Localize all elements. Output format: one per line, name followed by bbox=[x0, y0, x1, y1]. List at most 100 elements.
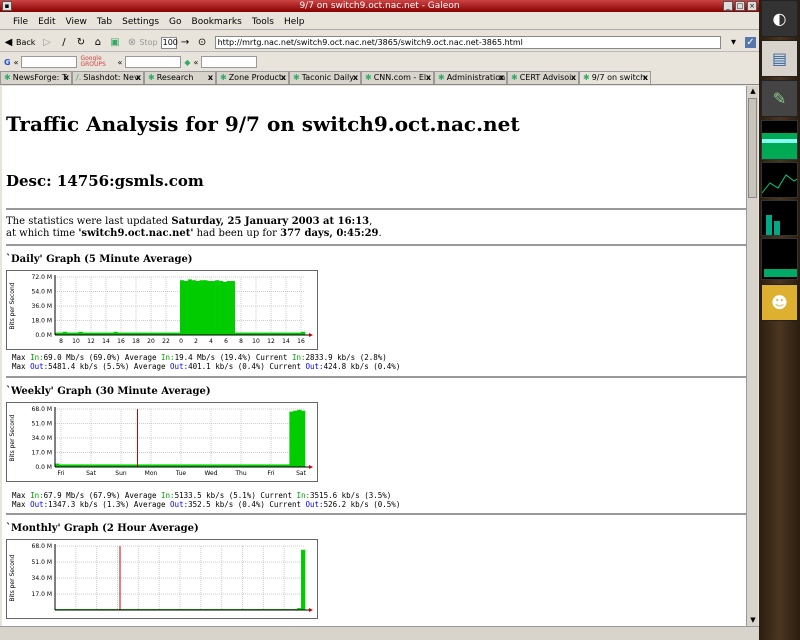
dictionary-search-input[interactable] bbox=[201, 56, 258, 68]
dictionary-icon[interactable]: ◆ bbox=[184, 58, 190, 67]
x-tick-label: Wed bbox=[204, 470, 217, 477]
reload-button[interactable]: ↻ bbox=[72, 35, 89, 51]
tab-zone-product[interactable]: ✱ Zone Product x bbox=[216, 71, 289, 84]
tab-research[interactable]: ✱ Research x bbox=[144, 71, 216, 84]
x-tick-label: Sat bbox=[296, 470, 306, 477]
tab-favicon-icon: ✱ bbox=[438, 73, 445, 82]
x-tick-label: 16 bbox=[117, 338, 125, 345]
page-description: Desc: 14756:gsmls.com bbox=[6, 172, 204, 190]
google-search-input[interactable] bbox=[21, 56, 78, 68]
daily-graph: Bits per Second 0.0 M 18.0 M 36.0 M 54.0 M 72… bbox=[6, 270, 318, 350]
menu-file[interactable]: File bbox=[8, 14, 33, 29]
tab-close-icon[interactable]: x bbox=[426, 72, 431, 84]
tab-close-icon[interactable]: x bbox=[64, 72, 69, 84]
tab-label: Slashdot: Nev bbox=[83, 73, 139, 82]
legend-out: Out: bbox=[30, 362, 49, 371]
minimize-icon[interactable]: _ bbox=[723, 1, 733, 11]
dock-app-gnome-icon[interactable]: ◐ bbox=[761, 0, 798, 37]
tab-close-icon[interactable]: x bbox=[136, 72, 141, 84]
window-menu-icon[interactable]: ▪ bbox=[2, 1, 12, 11]
url-dropdown-button[interactable]: ▾ bbox=[725, 35, 742, 51]
uptime-mid: had been up for bbox=[193, 228, 281, 239]
legend-in: In: bbox=[161, 353, 175, 362]
legend-value: 3515.6 kb/s (3.5%) bbox=[310, 491, 392, 500]
legend-in: In: bbox=[291, 353, 306, 362]
page-title: Traffic Analysis for 9/7 on switch9.oct.… bbox=[6, 112, 520, 136]
legend-avg: Average bbox=[120, 353, 162, 362]
forward-button[interactable]: ▷ bbox=[38, 35, 55, 51]
menu-edit[interactable]: Edit bbox=[33, 14, 60, 29]
tab-slashdot[interactable]: /. Slashdot: Nev x bbox=[72, 71, 144, 84]
menu-help[interactable]: Help bbox=[279, 14, 310, 29]
google-icon[interactable]: G bbox=[4, 58, 11, 67]
legend-in: In: bbox=[30, 491, 44, 500]
home-button[interactable]: ⌂ bbox=[89, 35, 106, 51]
close-icon[interactable]: × bbox=[747, 1, 757, 11]
zoom-field[interactable]: 100 bbox=[160, 36, 178, 49]
updated-prefix: The statistics were last updated bbox=[6, 216, 172, 227]
tab-close-icon[interactable]: x bbox=[571, 72, 576, 84]
x-tick-label: 2 bbox=[194, 338, 198, 345]
dock-app-tool-icon[interactable]: ✎ bbox=[761, 80, 798, 117]
divider bbox=[6, 244, 746, 246]
groups-dropdown-icon[interactable]: « bbox=[117, 58, 122, 67]
site-icon: ⊙ bbox=[194, 35, 211, 51]
dock-app-text-icon[interactable]: ▤ bbox=[761, 40, 798, 77]
tab-cert[interactable]: ✱ CERT Advisoi x bbox=[507, 71, 579, 84]
scroll-down-icon[interactable]: ▼ bbox=[747, 615, 759, 626]
tab-newsforge[interactable]: ✱ NewsForge: Tx bbox=[0, 71, 72, 84]
x-tick-label: 18 bbox=[132, 338, 140, 345]
menu-go[interactable]: Go bbox=[164, 14, 186, 29]
legend-max: Max bbox=[12, 353, 31, 362]
maximize-icon[interactable]: □ bbox=[735, 1, 745, 11]
tab-close-icon[interactable]: x bbox=[281, 72, 286, 84]
go-button[interactable]: → bbox=[177, 35, 194, 51]
google-groups-logo[interactable]: Google GROUPS bbox=[80, 56, 114, 68]
galeon-icon: ✓ bbox=[745, 37, 756, 48]
data-bar bbox=[219, 281, 224, 335]
weekly-legend-in: Max In:67.9 Mb/s (67.9%) Average In:5133… bbox=[12, 491, 746, 500]
dictionary-dropdown-icon[interactable]: « bbox=[194, 58, 199, 67]
weekly-graph: Bits per Second 0.0 M 17.0 M 34.0 M 51.0 M 68… bbox=[6, 402, 318, 482]
tab-favicon-icon: ✱ bbox=[365, 73, 372, 82]
tab-administration[interactable]: ✱ Administration x bbox=[434, 71, 507, 84]
legend-value: 526.2 kb/s (0.5%) bbox=[323, 500, 401, 509]
x-tick-label: 4 bbox=[209, 338, 213, 345]
home-icon: ⌂ bbox=[94, 37, 102, 48]
tab-cnn[interactable]: ✱ CNN.com - El x bbox=[361, 71, 434, 84]
tab-close-icon[interactable]: x bbox=[499, 72, 504, 84]
history-button[interactable]: / bbox=[55, 35, 72, 51]
menu-settings[interactable]: Settings bbox=[117, 14, 164, 29]
divider bbox=[6, 513, 746, 515]
back-button[interactable]: ◀ Back bbox=[0, 35, 38, 51]
x-axis-arrow bbox=[309, 333, 313, 337]
y-tick-label: 54.0 M bbox=[32, 289, 52, 296]
tab-label: Administration bbox=[446, 73, 506, 82]
window-titlebar[interactable]: 9/7 on switch9.oct.nac.net - Galeon ▪ _ … bbox=[0, 0, 759, 12]
legend-cur: Current bbox=[251, 353, 292, 362]
tab-close-icon[interactable]: x bbox=[353, 72, 358, 84]
menu-tab[interactable]: Tab bbox=[92, 14, 117, 29]
menu-bookmarks[interactable]: Bookmarks bbox=[187, 14, 247, 29]
menu-tools[interactable]: Tools bbox=[247, 14, 279, 29]
scroll-thumb[interactable] bbox=[748, 98, 757, 198]
groups-search-input[interactable] bbox=[125, 56, 182, 68]
legend-cur: Current bbox=[264, 362, 306, 371]
menu-view[interactable]: View bbox=[61, 14, 92, 29]
vertical-scrollbar[interactable]: ▲ ▼ bbox=[746, 86, 758, 626]
tab-switch9[interactable]: ✱ 9/7 on switch: x bbox=[579, 71, 651, 84]
google-dropdown-icon[interactable]: « bbox=[14, 58, 19, 67]
galeon-button[interactable]: ✓ bbox=[742, 35, 759, 51]
bookmarks-button[interactable]: ▣ bbox=[106, 35, 123, 51]
uptime-value: 377 days, 0:45:29 bbox=[280, 228, 379, 239]
url-input[interactable]: http://mrtg.nac.net/switch9.oct.nac.net/… bbox=[214, 36, 721, 49]
dock-app-person-icon[interactable]: ☻ bbox=[761, 284, 798, 321]
window-title: 9/7 on switch9.oct.nac.net - Galeon bbox=[299, 1, 460, 11]
scroll-up-icon[interactable]: ▲ bbox=[747, 86, 759, 97]
stop-button[interactable]: ⊗ Stop bbox=[123, 35, 160, 51]
tab-close-icon[interactable]: x bbox=[643, 72, 648, 84]
tab-close-icon[interactable]: x bbox=[208, 72, 213, 84]
page-icon: ⊙ bbox=[197, 37, 207, 48]
legend-value: 1347.3 kb/s (1.3%) bbox=[48, 500, 130, 509]
tab-taconic[interactable]: ✱ Taconic Daily x bbox=[289, 71, 361, 84]
